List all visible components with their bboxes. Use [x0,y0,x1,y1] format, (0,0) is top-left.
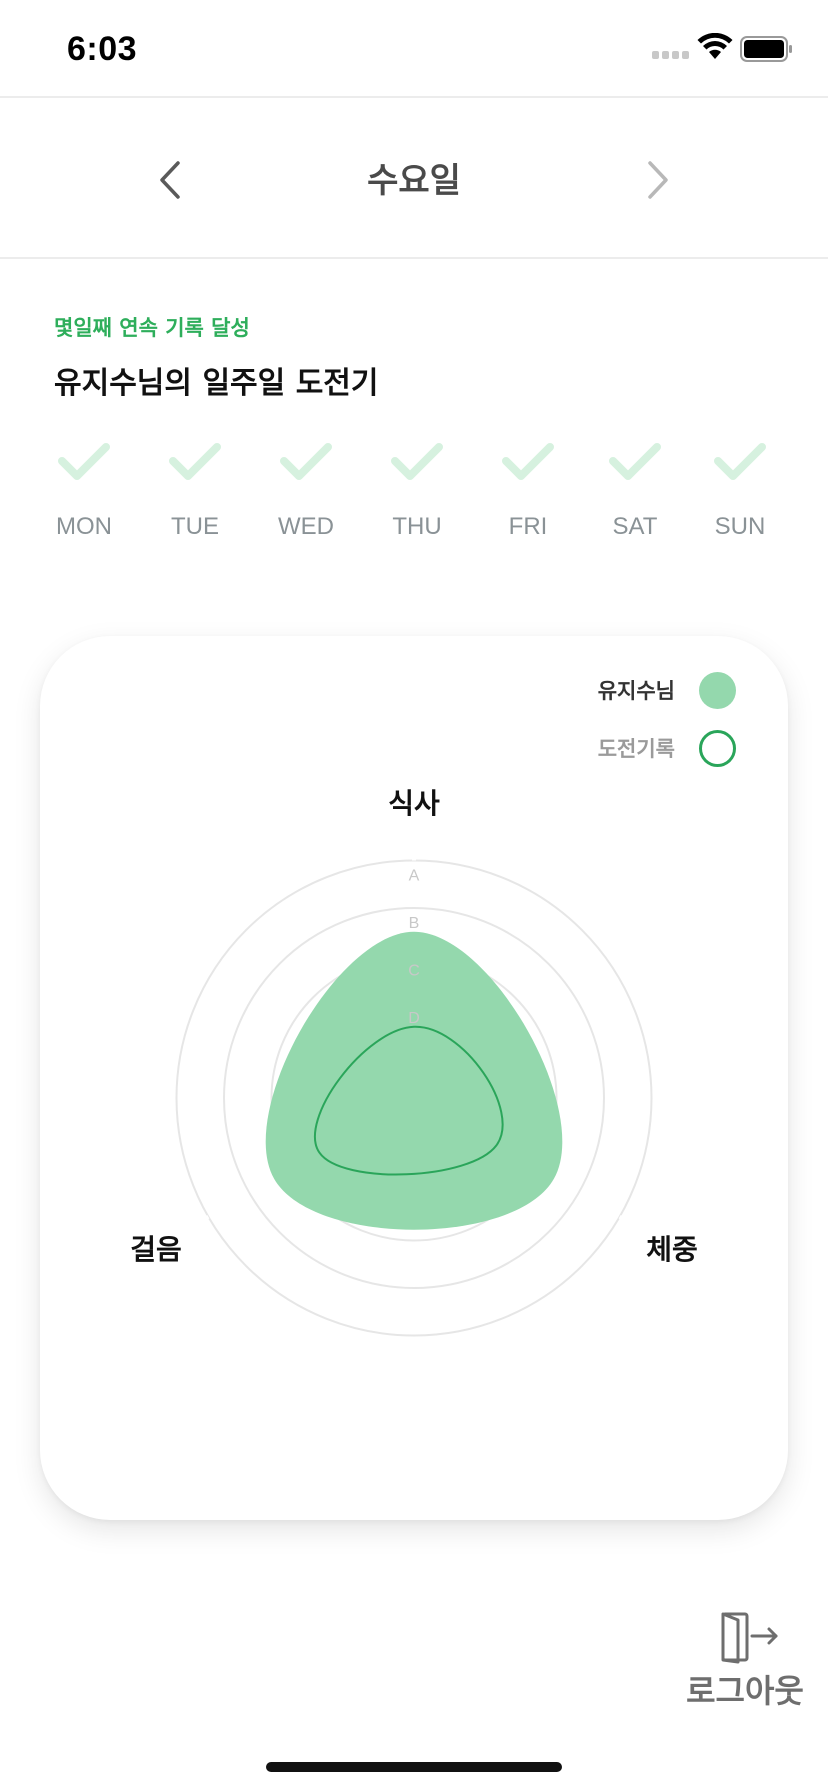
check-icon [280,443,332,480]
axis-label-meal: 식사 [388,787,440,820]
chevron-right-icon [648,161,668,199]
status-time: 6:03 [67,30,138,68]
day-title: 수요일 [367,161,461,201]
axis-label-steps: 걸음 [130,1233,182,1266]
battery-icon [740,36,792,62]
week-checklist: MON TUE WED THU FRI SAT SUN [24,440,804,540]
radar-scale-label: D [408,1010,420,1027]
day-navigator: 수요일 [0,98,828,258]
day-label: WED [278,513,334,540]
radar-chart-card: 유지수님 도전기록 ABCD 식사 체중 걸음 [40,636,788,1520]
header-divider-bottom [0,257,828,259]
logout-door-icon [721,1612,778,1664]
logout-button[interactable]: 로그아웃 [680,1612,810,1710]
day-thu: THU [357,440,477,540]
radar-scale-label: A [409,868,420,885]
check-icon [391,443,443,480]
check-icon [609,443,661,480]
day-label: SUN [714,513,766,540]
day-label: THU [392,513,442,540]
radar-scale-label: B [409,915,420,932]
check-icon [502,443,554,480]
streak-label: 몇일째 연속 기록 달성 [54,316,250,340]
wifi-icon [697,33,733,59]
day-label: FRI [508,513,548,540]
challenge-title: 유지수님의 일주일 도전기 [54,366,379,401]
radar-axis-gap [198,1215,210,1224]
check-icon [169,443,221,480]
day-label: MON [56,513,112,540]
day-tue: TUE [135,440,255,540]
radar-chart: A B C D [175,850,653,1337]
logout-label: 로그아웃 [686,1672,804,1710]
check-icon [714,443,766,480]
day-label: SAT [612,513,658,540]
day-label: TUE [171,513,219,540]
signal-icon [652,51,690,61]
next-day-button[interactable] [628,150,688,210]
radar-axis-gap [618,1215,630,1224]
home-indicator [266,1762,562,1772]
status-bar: 6:03 [0,0,828,96]
day-sat: SAT [575,440,695,540]
axis-label-weight: 체중 [646,1233,698,1266]
day-sun: SUN [680,440,800,540]
day-mon: MON [24,440,144,540]
check-icon [58,443,110,480]
day-wed: WED [246,440,366,540]
radar-scale-label: C [408,963,420,980]
day-fri: FRI [468,440,588,540]
